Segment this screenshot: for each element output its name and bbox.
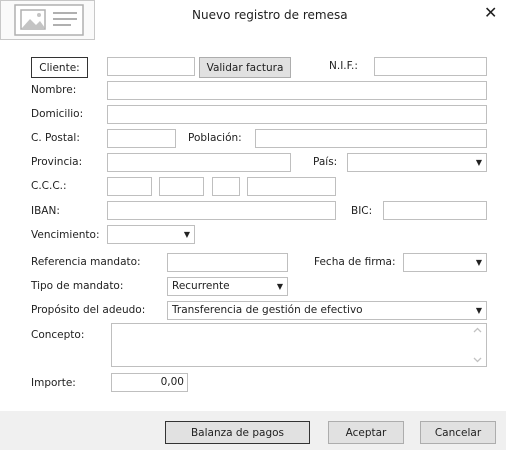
- nombre-label: Nombre:: [31, 84, 77, 96]
- concepto-textarea[interactable]: [111, 323, 487, 367]
- cancelar-button[interactable]: Cancelar: [420, 421, 496, 444]
- ccc-oficina-input[interactable]: [159, 177, 204, 196]
- app-logo: [0, 0, 95, 40]
- proposito-label: Propósito del adeudo:: [31, 304, 146, 316]
- importe-value: 0,00: [160, 376, 184, 388]
- chevron-down-icon: ▼: [475, 306, 482, 315]
- nombre-input[interactable]: [107, 81, 487, 100]
- tipo-mandato-value: Recurrente: [172, 280, 230, 292]
- cpostal-label: C. Postal:: [31, 132, 80, 144]
- validar-factura-button[interactable]: Validar factura: [199, 57, 291, 78]
- referencia-mandato-input[interactable]: [167, 253, 288, 272]
- tipo-mandato-label: Tipo de mandato:: [31, 280, 124, 292]
- pais-select[interactable]: ▼: [347, 153, 487, 172]
- chevron-down-icon[interactable]: [473, 357, 482, 363]
- vencimiento-select[interactable]: ▼: [107, 225, 195, 244]
- window-title: Nuevo registro de remesa: [192, 8, 348, 22]
- fecha-firma-label: Fecha de firma:: [314, 256, 396, 268]
- poblacion-label: Población:: [188, 132, 242, 144]
- chevron-down-icon: ▼: [183, 230, 190, 239]
- vencimiento-label: Vencimiento:: [31, 229, 100, 241]
- cpostal-input[interactable]: [107, 129, 176, 148]
- ccc-cuenta-input[interactable]: [247, 177, 336, 196]
- chevron-down-icon: ▼: [475, 158, 482, 167]
- concepto-label: Concepto:: [31, 329, 85, 341]
- importe-label: Importe:: [31, 377, 76, 389]
- ccc-label: C.C.C.:: [31, 180, 67, 192]
- nif-label: N.I.F.:: [329, 60, 358, 72]
- iban-label: IBAN:: [31, 205, 60, 217]
- bic-input[interactable]: [383, 201, 487, 220]
- id-card-icon: [14, 4, 84, 36]
- proposito-value: Transferencia de gestión de efectivo: [172, 304, 363, 316]
- domicilio-label: Domicilio:: [31, 108, 84, 120]
- close-icon[interactable]: ✕: [484, 3, 497, 22]
- tipo-mandato-select[interactable]: Recurrente ▼: [167, 277, 288, 296]
- ccc-entidad-input[interactable]: [107, 177, 152, 196]
- chevron-down-icon: ▼: [475, 258, 482, 267]
- poblacion-input[interactable]: [255, 129, 487, 148]
- pais-label: País:: [313, 156, 338, 168]
- aceptar-button[interactable]: Aceptar: [328, 421, 404, 444]
- balanza-pagos-button[interactable]: Balanza de pagos: [165, 421, 310, 444]
- proposito-select[interactable]: Transferencia de gestión de efectivo ▼: [167, 301, 487, 320]
- importe-input[interactable]: 0,00: [111, 373, 188, 392]
- referencia-mandato-label: Referencia mandato:: [31, 256, 141, 268]
- provincia-input[interactable]: [107, 153, 291, 172]
- bic-label: BIC:: [351, 205, 373, 217]
- nif-input[interactable]: [374, 57, 487, 76]
- chevron-down-icon: ▼: [276, 282, 283, 291]
- scrollbar[interactable]: [469, 324, 486, 366]
- cliente-input[interactable]: [107, 57, 195, 76]
- ccc-dc-input[interactable]: [212, 177, 240, 196]
- provincia-label: Provincia:: [31, 156, 83, 168]
- domicilio-input[interactable]: [107, 105, 487, 124]
- chevron-up-icon[interactable]: [473, 327, 482, 333]
- iban-input[interactable]: [107, 201, 336, 220]
- fecha-firma-select[interactable]: ▼: [403, 253, 487, 272]
- cliente-button[interactable]: Cliente:: [31, 57, 88, 78]
